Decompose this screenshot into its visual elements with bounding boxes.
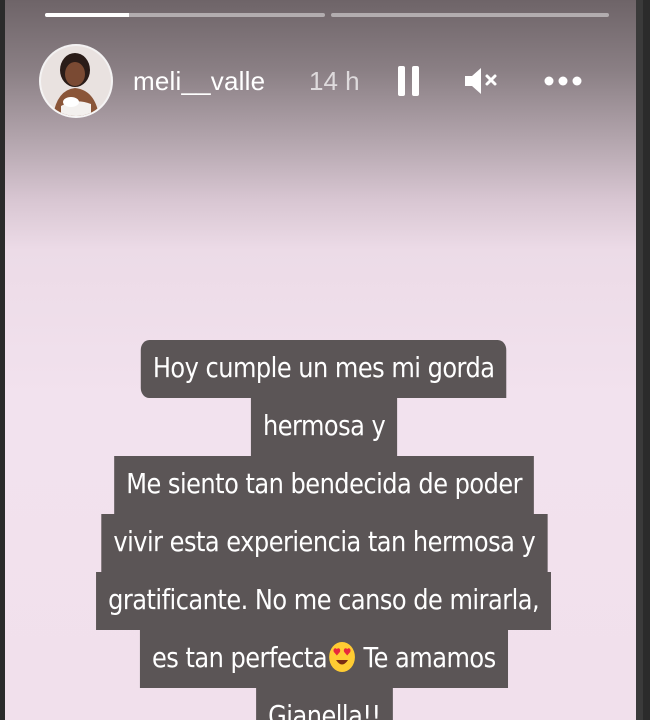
heart-eyes-emoji-icon bbox=[329, 642, 355, 672]
caption-line: Hoy cumple un mes mi gorda bbox=[141, 340, 507, 398]
timestamp: 14 h bbox=[309, 66, 360, 96]
avatar-image bbox=[41, 46, 111, 116]
caption-line: Gianella!! bbox=[255, 688, 393, 720]
story-caption: Hoy cumple un mes mi gorda hermosa y Me … bbox=[5, 340, 643, 720]
mute-icon bbox=[465, 68, 497, 94]
caption-text: es tan perfecta bbox=[152, 641, 328, 674]
pause-icon bbox=[398, 66, 419, 96]
story-viewer[interactable]: meli__valle 14 h Hoy cumple un mes mi go… bbox=[5, 0, 643, 720]
username[interactable]: meli__valle bbox=[133, 66, 265, 97]
caption-line-with-emoji: es tan perfecta Te amamos bbox=[140, 630, 508, 688]
mute-button[interactable] bbox=[463, 64, 503, 98]
story-progress-bar-1 bbox=[45, 13, 325, 17]
caption-line: hermosa y bbox=[250, 398, 398, 456]
story-edge bbox=[636, 0, 643, 720]
caption-line: Me siento tan bendecida de poder bbox=[114, 456, 534, 514]
story-progress-bar-2 bbox=[331, 13, 609, 17]
story-header: meli__valle 14 h bbox=[5, 40, 643, 125]
avatar[interactable] bbox=[41, 46, 111, 116]
pause-button[interactable] bbox=[395, 64, 423, 98]
caption-text: Te amamos bbox=[363, 641, 497, 674]
caption-line: vivir esta experiencia tan hermosa y bbox=[101, 514, 547, 572]
more-icon bbox=[544, 76, 582, 86]
caption-line: gratificante. No me canso de mirarla, bbox=[96, 572, 552, 630]
story-progress-fill-1 bbox=[45, 13, 129, 17]
more-options-button[interactable] bbox=[541, 64, 585, 98]
